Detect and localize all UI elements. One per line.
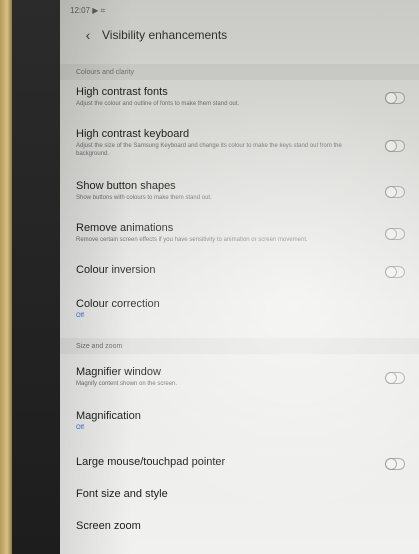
status-bar: 12:07 ▶ ⌗ [70, 6, 106, 15]
setting-label: Screen zoom [76, 520, 141, 532]
setting-remove-animations[interactable]: Remove animations Remove certain screen … [60, 222, 419, 244]
chevron-left-icon: ‹ [85, 27, 91, 43]
setting-show-button-shapes[interactable]: Show button shapes Show buttons with col… [60, 180, 419, 202]
setting-label: Remove animations [76, 222, 174, 234]
setting-label: Colour correction [76, 298, 160, 310]
setting-label: Show button shapes [76, 180, 176, 192]
section-header-colours-and-clarity: Colours and clarity [60, 64, 419, 80]
setting-label: Large mouse/touchpad pointer [76, 456, 226, 468]
toggle-high-contrast-keyboard[interactable] [385, 140, 405, 152]
section-header-size-and-zoom: Size and zoom [60, 338, 419, 354]
setting-description: Remove certain screen effects if you hav… [76, 237, 308, 243]
setting-status: Off [76, 425, 84, 431]
toggle-high-contrast-fonts[interactable] [385, 92, 405, 104]
toggle-magnifier-window[interactable] [385, 372, 405, 384]
setting-description: Adjust the size of the Samsung Keyboard … [76, 143, 342, 157]
setting-font-size-and-style[interactable]: Font size and style [60, 488, 419, 501]
setting-high-contrast-keyboard[interactable]: High contrast keyboard Adjust the size o… [60, 128, 419, 158]
setting-label: High contrast keyboard [76, 128, 190, 140]
toggle-show-button-shapes[interactable] [385, 186, 405, 198]
setting-label: High contrast fonts [76, 86, 168, 98]
tablet-bezel [12, 0, 60, 554]
setting-description: Magnify content shown on the screen. [76, 381, 178, 387]
toggle-large-mouse-touchpad-pointer[interactable] [385, 458, 405, 470]
setting-large-mouse-touchpad-pointer[interactable]: Large mouse/touchpad pointer [60, 456, 419, 469]
setting-description: Adjust the colour and outline of fonts t… [76, 101, 240, 107]
screen: 12:07 ▶ ⌗ ‹ Visibility enhancements Colo… [60, 0, 419, 554]
setting-status: Off [76, 313, 84, 319]
back-button[interactable]: ‹ [74, 27, 102, 43]
table-edge [0, 0, 12, 554]
setting-label: Colour inversion [76, 264, 156, 276]
setting-high-contrast-fonts[interactable]: High contrast fonts Adjust the colour an… [60, 86, 419, 108]
setting-label: Font size and style [76, 488, 168, 500]
page-title: Visibility enhancements [102, 28, 228, 42]
setting-label: Magnification [76, 410, 141, 422]
setting-colour-inversion[interactable]: Colour inversion [60, 264, 419, 277]
setting-screen-zoom[interactable]: Screen zoom [60, 520, 419, 533]
toggle-remove-animations[interactable] [385, 228, 405, 240]
setting-magnifier-window[interactable]: Magnifier window Magnify content shown o… [60, 366, 419, 388]
toggle-colour-inversion[interactable] [385, 266, 405, 278]
app-bar: ‹ Visibility enhancements [60, 18, 419, 52]
setting-description: Show buttons with colours to make them s… [76, 195, 212, 201]
setting-colour-correction[interactable]: Colour correction Off [60, 298, 419, 320]
setting-label: Magnifier window [76, 366, 161, 378]
setting-magnification[interactable]: Magnification Off [60, 410, 419, 432]
